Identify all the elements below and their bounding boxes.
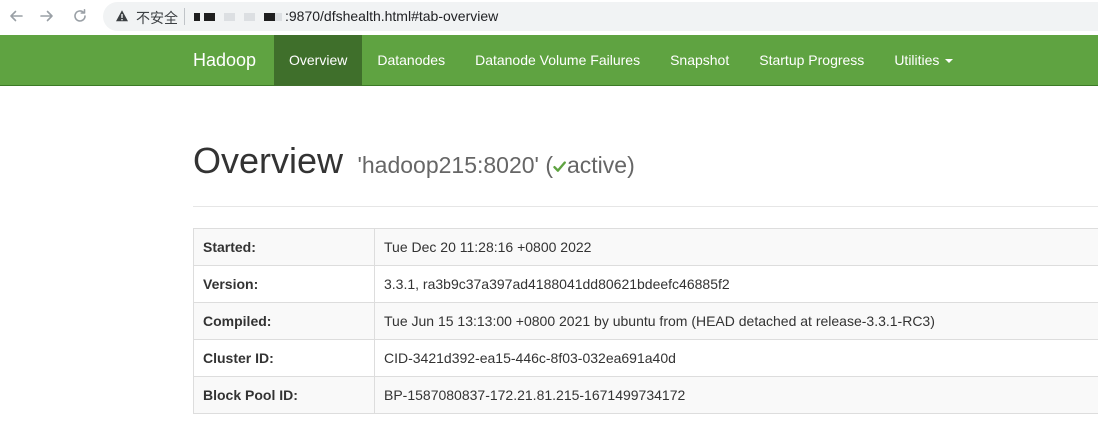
- row-value-started: Tue Dec 20 11:28:16 +0800 2022: [374, 228, 1098, 266]
- tab-datanode-volume-failures[interactable]: Datanode Volume Failures: [460, 35, 655, 86]
- navbar: Hadoop Overview Datanodes Datanode Volum…: [0, 35, 1098, 86]
- row-label-block-pool-id: Block Pool ID:: [193, 376, 375, 414]
- redacted-host-block: [224, 13, 235, 21]
- nav-tabs: Overview Datanodes Datanode Volume Failu…: [274, 35, 968, 86]
- row-label-version: Version:: [193, 265, 375, 303]
- tab-snapshot[interactable]: Snapshot: [655, 35, 744, 86]
- caret-down-icon: [945, 59, 954, 64]
- namenode-state-close: ): [627, 152, 635, 178]
- redacted-host-block: [204, 13, 215, 21]
- tab-utilities-label: Utilities: [894, 52, 940, 68]
- checkmark-icon: [553, 161, 566, 172]
- table-row: Version: 3.3.1, ra3b9c37a397ad4188041dd8…: [193, 265, 1098, 303]
- warning-icon[interactable]: [115, 9, 129, 23]
- address-separator: [184, 8, 185, 25]
- browser-toolbar: 不安全 :9870/dfshealth.html#tab-overview: [0, 0, 1098, 35]
- row-value-block-pool-id: BP-1587080837-172.21.81.215-167149973417…: [374, 376, 1098, 414]
- row-label-compiled: Compiled:: [193, 302, 375, 340]
- page-title: Overview: [193, 140, 344, 181]
- insecure-label[interactable]: 不安全: [136, 8, 178, 28]
- table-row: Cluster ID: CID-3421d392-ea15-446c-8f03-…: [193, 339, 1098, 377]
- tab-datanodes-label: Datanodes: [377, 52, 446, 68]
- table-row: Compiled: Tue Jun 15 13:13:00 +0800 2021…: [193, 302, 1098, 340]
- row-value-version: 3.3.1, ra3b9c37a397ad4188041dd80621bdeef…: [374, 265, 1098, 303]
- table-row: Started: Tue Dec 20 11:28:16 +0800 2022: [193, 228, 1098, 266]
- back-arrow-icon[interactable]: [5, 5, 27, 27]
- redacted-host-block: [264, 13, 275, 21]
- namenode-state: active: [567, 152, 628, 178]
- address-bar[interactable]: 不安全 :9870/dfshealth.html#tab-overview: [103, 2, 1098, 31]
- redacted-host-block: [244, 13, 255, 21]
- tab-utilities-dropdown[interactable]: Utilities: [879, 35, 968, 86]
- namenode-status: 'hadoop215:8020' ( active): [357, 152, 634, 179]
- redacted-host-block: [275, 13, 282, 21]
- row-label-started: Started:: [193, 228, 375, 266]
- overview-table: Started: Tue Dec 20 11:28:16 +0800 2022 …: [193, 228, 1098, 414]
- row-value-compiled: Tue Jun 15 13:13:00 +0800 2021 by ubuntu…: [374, 302, 1098, 340]
- tab-snapshot-label: Snapshot: [670, 52, 730, 68]
- redacted-host-block: [194, 13, 200, 21]
- table-row: Block Pool ID: BP-1587080837-172.21.81.2…: [193, 376, 1098, 414]
- reload-icon[interactable]: [69, 5, 91, 27]
- tab-startup-progress-label: Startup Progress: [759, 52, 865, 68]
- row-value-cluster-id: CID-3421d392-ea15-446c-8f03-032ea691a40d: [374, 339, 1098, 377]
- namenode-host: 'hadoop215:8020' (: [357, 152, 553, 178]
- brand-logo[interactable]: Hadoop: [193, 35, 256, 86]
- page-header: Overview 'hadoop215:8020' ( active): [193, 140, 1098, 207]
- forward-arrow-icon[interactable]: [36, 5, 58, 27]
- tab-overview-label: Overview: [289, 52, 348, 68]
- tab-startup-progress[interactable]: Startup Progress: [744, 35, 879, 86]
- url-text[interactable]: :9870/dfshealth.html#tab-overview: [285, 8, 498, 24]
- tab-datanode-volume-failures-label: Datanode Volume Failures: [475, 52, 641, 68]
- tab-datanodes[interactable]: Datanodes: [362, 35, 460, 86]
- row-label-cluster-id: Cluster ID:: [193, 339, 375, 377]
- tab-overview[interactable]: Overview: [274, 35, 363, 86]
